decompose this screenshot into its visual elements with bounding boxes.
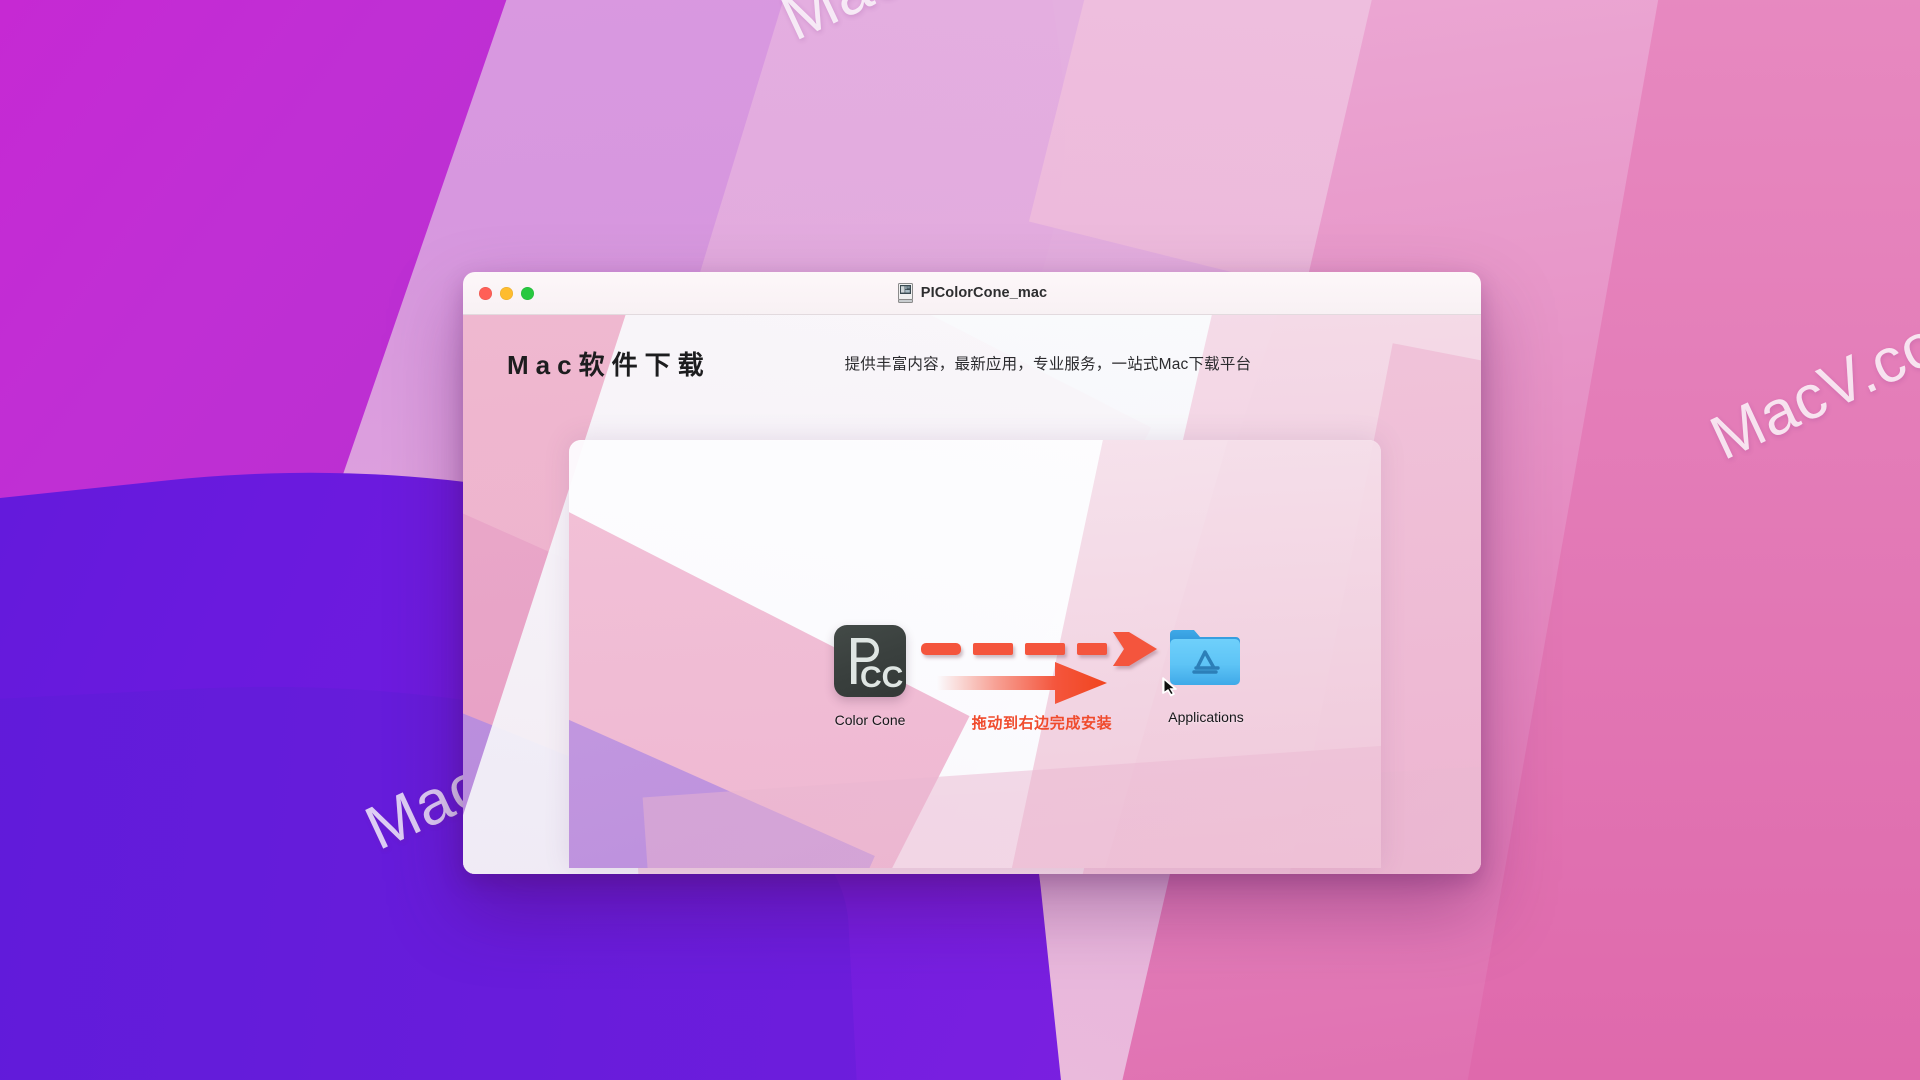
brand-title: Mac软件下载 [507, 349, 711, 380]
wallpaper-shape-pink-2 [1435, 0, 1920, 1080]
applications-folder-label: Applications [1168, 709, 1244, 725]
watermark-top: MacV.com [770, 0, 1077, 55]
svg-text:CC: CC [860, 661, 903, 694]
drag-install-area: CC Color Cone 拖动到右边完成安装 Applications [569, 440, 1381, 868]
watermark-right: MacV.com [1700, 286, 1920, 474]
window-controls[interactable] [479, 272, 534, 315]
window-title-group: PIColorCone_mac [463, 283, 1481, 303]
drag-arrows [919, 630, 1169, 720]
applications-folder-icon[interactable] [1162, 622, 1246, 697]
brand-tagline: 提供丰富内容，最新应用，专业服务，一站式Mac下载平台 [844, 356, 1252, 373]
color-cone-app-icon[interactable]: CC [834, 625, 906, 697]
install-panel: CC Color Cone 拖动到右边完成安装 Applications [569, 440, 1381, 868]
drag-instruction-text: 拖动到右边完成安装 [971, 715, 1113, 732]
window-title: PIColorCone_mac [920, 285, 1048, 301]
source-app-label: Color Cone [834, 712, 906, 728]
window-titlebar[interactable]: PIColorCone_mac [463, 272, 1481, 315]
desktop-background: MacV.com MacV.com MacV.com PICol [0, 0, 1920, 1080]
header-bar: Mac软件下载 提供丰富内容，最新应用，专业服务，一站式Mac下载平台 [463, 315, 1481, 411]
source-app-item[interactable]: CC Color Cone [834, 625, 906, 728]
alias-arrow-badge-icon [1162, 677, 1177, 697]
applications-folder-item[interactable]: Applications [1162, 622, 1246, 725]
zoom-button[interactable] [521, 287, 534, 300]
solid-arrow-icon [937, 662, 1107, 704]
disk-image-icon [897, 283, 913, 303]
close-button[interactable] [479, 287, 492, 300]
minimize-button[interactable] [500, 287, 513, 300]
dmg-installer-window[interactable]: PIColorCone_mac Mac软件下载 提供丰富内容，最新应用，专业服务… [463, 272, 1481, 874]
window-body: Mac软件下载 提供丰富内容，最新应用，专业服务，一站式Mac下载平台 CC C… [463, 315, 1481, 874]
